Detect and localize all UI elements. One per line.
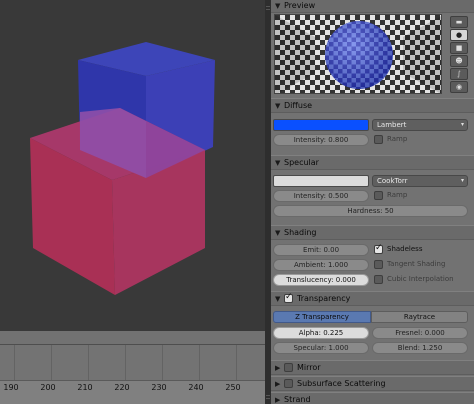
shading-panel-header[interactable]: ▼ Shading [271,225,474,240]
panel-title: Subsurface Scattering [297,379,386,388]
z-transparency-button[interactable]: Z Transparency [273,311,371,323]
mirror-panel-header[interactable]: ▶ Mirror [271,360,474,375]
diffuse-shader-dropdown[interactable]: Lambert ▾ [372,119,468,131]
panel-title: Shading [284,228,317,237]
checkbox-label: Cubic Interpolation [387,275,454,283]
specular-color-swatch[interactable] [273,175,369,187]
mirror-checkbox[interactable] [284,363,293,372]
tick-label: 220 [114,383,130,392]
panel-title: Strand [284,395,311,404]
shadeless-checkbox[interactable] [374,243,383,254]
panel-title: Transparency [297,294,351,303]
hardness-field[interactable]: Hardness: 50 [273,205,468,217]
transparency-checkbox[interactable] [284,292,293,303]
panel-title: Diffuse [284,101,313,110]
tick-label: 230 [151,383,167,392]
checkbox-label: Tangent Shading [387,260,446,268]
diffuse-panel-header[interactable]: ▼ Diffuse [271,98,474,113]
expand-triangle-icon: ▼ [275,2,281,10]
preview-panel-header[interactable]: ▼ Preview [271,0,474,13]
translucency-field[interactable]: Translucency: 0.000 [273,274,369,286]
collapse-triangle-icon: ▶ [275,396,281,404]
diffuse-ramp-checkbox[interactable] [374,135,383,144]
tick-label: 200 [40,383,56,392]
world-sphere-icon[interactable]: ◉ [450,81,468,93]
collapse-triangle-icon: ▶ [275,364,281,372]
panel-title: Preview [284,1,316,10]
collapse-triangle-icon: ▶ [275,380,281,388]
alpha-field[interactable]: Alpha: 0.225 [273,327,369,339]
dropdown-value: Lambert [377,121,407,129]
tick-label: 190 [3,383,19,392]
timeline-header [0,331,265,345]
specular-ramp-checkbox[interactable] [374,191,383,200]
cube-icon[interactable]: ■ [450,42,468,54]
tick-label: 240 [188,383,204,392]
sphere-icon[interactable]: ● [450,29,468,41]
tangent-shading-checkbox[interactable] [374,260,383,269]
scene-render [30,42,215,295]
dropdown-arrow-icon: ▾ [460,177,464,184]
expand-triangle-icon: ▼ [275,229,281,237]
tick-label: 250 [225,383,241,392]
strand-panel-header[interactable]: ▶ Strand [271,392,474,404]
material-properties[interactable]: ▼ Preview ▬ ● ■ ☻ ∫ ◉ ▼ Diffuse Lambert … [271,0,474,404]
preview-render [275,15,441,93]
fresnel-field[interactable]: Fresnel: 0.000 [372,327,468,339]
timeline-editor[interactable] [0,331,265,404]
diffuse-intensity-slider[interactable]: Intensity: 0.800 [273,134,369,146]
diffuse-color-swatch[interactable] [273,119,369,131]
3d-viewport[interactable] [0,0,265,331]
cubic-interpolation-checkbox[interactable] [374,275,383,284]
transparency-panel-header[interactable]: ▼ Transparency [271,291,474,306]
checkbox-label: Ramp [387,135,408,143]
expand-triangle-icon: ▼ [275,159,281,167]
monkey-icon[interactable]: ☻ [450,55,468,67]
sss-panel-header[interactable]: ▶ Subsurface Scattering [271,376,474,391]
panel-title: Specular [284,158,319,167]
ambient-field[interactable]: Ambient: 1.000 [273,259,369,271]
flat-icon[interactable]: ▬ [450,16,468,28]
raytrace-button[interactable]: Raytrace [371,311,468,323]
emit-field[interactable]: Emit: 0.00 [273,244,369,256]
checkbox-label: Shadeless [387,245,423,253]
dropdown-value: CookTorr [377,177,408,185]
hair-icon[interactable]: ∫ [450,68,468,80]
tick-label: 210 [77,383,93,392]
specular-shader-dropdown[interactable]: CookTorr ▾ [372,175,468,187]
specular-intensity-slider[interactable]: Intensity: 0.500 [273,190,369,202]
specular-alpha-field[interactable]: Specular: 1.000 [273,342,369,354]
checkbox-label: Ramp [387,191,408,199]
expand-triangle-icon: ▼ [275,295,281,303]
specular-panel-header[interactable]: ▼ Specular [271,155,474,170]
dropdown-arrow-icon: ▾ [460,121,464,128]
expand-triangle-icon: ▼ [275,102,281,110]
sss-checkbox[interactable] [284,379,293,388]
panel-title: Mirror [297,363,321,372]
blend-field[interactable]: Blend: 1.250 [372,342,468,354]
material-preview [274,14,442,94]
